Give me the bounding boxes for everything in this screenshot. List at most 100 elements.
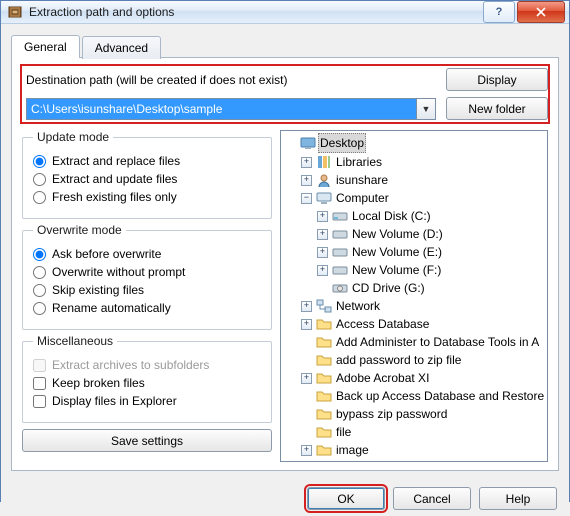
expander-icon[interactable]: + <box>317 265 328 276</box>
folder-icon <box>316 334 332 350</box>
update-opt-1[interactable]: Extract and update files <box>33 172 261 186</box>
destination-combo: ▼ <box>26 98 436 120</box>
expander-icon[interactable]: − <box>301 193 312 204</box>
tree-node-folder[interactable]: bypass zip password <box>301 405 547 423</box>
expander-icon[interactable]: + <box>301 319 312 330</box>
tree-node-user[interactable]: + isunshare <box>301 171 547 189</box>
misc-opt-1[interactable]: Keep broken files <box>33 376 261 390</box>
tree-node-folder[interactable]: Back up Access Database and Restore <box>301 387 547 405</box>
tree-node-drive-d[interactable]: + New Volume (D:) <box>317 225 547 243</box>
expander-icon[interactable]: + <box>317 247 328 258</box>
overwrite-radio-2[interactable] <box>33 284 46 297</box>
update-opt-2[interactable]: Fresh existing files only <box>33 190 261 204</box>
drive-icon <box>332 244 348 260</box>
save-settings-button[interactable]: Save settings <box>22 429 272 452</box>
overwrite-radio-1[interactable] <box>33 266 46 279</box>
misc-legend: Miscellaneous <box>33 334 117 348</box>
tree-node-libraries[interactable]: + Libraries <box>301 153 547 171</box>
user-icon <box>316 172 332 188</box>
update-mode-group: Update mode Extract and replace files Ex… <box>22 130 272 219</box>
tree-node-folder[interactable]: Add Administer to Database Tools in A <box>301 333 547 351</box>
options-column: Update mode Extract and replace files Ex… <box>22 130 272 462</box>
misc-opt-2[interactable]: Display files in Explorer <box>33 394 261 408</box>
update-label-1: Extract and update files <box>52 172 177 186</box>
tree-node-computer[interactable]: − Computer <box>301 189 547 207</box>
tab-general[interactable]: General <box>11 35 80 58</box>
expander-icon[interactable]: + <box>301 175 312 186</box>
update-radio-2[interactable] <box>33 191 46 204</box>
tree-node-folder[interactable]: + Adobe Acrobat XI <box>301 369 547 387</box>
tree-node-desktop[interactable]: Desktop <box>285 133 547 153</box>
tree-label-libraries: Libraries <box>334 153 384 171</box>
update-label-2: Fresh existing files only <box>52 190 177 204</box>
expander-icon[interactable]: + <box>301 373 312 384</box>
cancel-button[interactable]: Cancel <box>393 487 471 510</box>
overwrite-radio-0[interactable] <box>33 248 46 261</box>
close-button[interactable] <box>517 1 565 23</box>
expander-icon[interactable]: + <box>317 211 328 222</box>
overwrite-radio-3[interactable] <box>33 302 46 315</box>
folder-icon <box>316 442 332 458</box>
misc-opt-0: Extract archives to subfolders <box>33 358 261 372</box>
overwrite-opt-0[interactable]: Ask before overwrite <box>33 247 261 261</box>
tab-page-general: Destination path (will be created if doe… <box>11 57 559 471</box>
misc-check-1[interactable] <box>33 377 46 390</box>
expander-icon[interactable]: + <box>301 301 312 312</box>
tree-node-folder[interactable]: + image <box>301 441 547 459</box>
folder-icon <box>316 316 332 332</box>
tree-node-folder[interactable]: + Access Database <box>301 315 547 333</box>
tree-label-folder: Adobe Acrobat XI <box>334 369 431 387</box>
chevron-down-icon: ▼ <box>422 104 431 114</box>
overwrite-opt-3[interactable]: Rename automatically <box>33 301 261 315</box>
tree-label-user: isunshare <box>334 171 390 189</box>
display-button[interactable]: Display <box>446 68 548 91</box>
dialog-window: Extraction path and options ? General Ad… <box>0 0 570 502</box>
network-icon <box>316 298 332 314</box>
tree-node-folder[interactable]: file <box>301 423 547 441</box>
folder-icon <box>316 406 332 422</box>
tree-label-folder: bypass zip password <box>334 405 449 423</box>
misc-group: Miscellaneous Extract archives to subfol… <box>22 334 272 423</box>
update-radio-1[interactable] <box>33 173 46 186</box>
destination-input[interactable] <box>26 98 417 120</box>
update-mode-legend: Update mode <box>33 130 113 144</box>
cd-drive-icon <box>332 280 348 296</box>
tree-label-drive-g: CD Drive (G:) <box>350 279 427 297</box>
tree-label-drive-c: Local Disk (C:) <box>350 207 433 225</box>
titlebar: Extraction path and options ? <box>1 1 569 24</box>
tree-label-folder: add password to zip file <box>334 351 463 369</box>
app-icon <box>7 4 23 20</box>
tree-label-desktop: Desktop <box>318 133 366 153</box>
expander-icon[interactable]: + <box>301 157 312 168</box>
tab-advanced[interactable]: Advanced <box>82 36 161 59</box>
drive-icon <box>332 262 348 278</box>
help-footer-button[interactable]: Help <box>479 487 557 510</box>
update-radio-0[interactable] <box>33 155 46 168</box>
misc-check-0 <box>33 359 46 372</box>
folder-tree[interactable]: Desktop + Libraries <box>281 131 547 461</box>
expander-icon[interactable]: + <box>301 445 312 456</box>
ok-button[interactable]: OK <box>307 487 385 510</box>
misc-check-2[interactable] <box>33 395 46 408</box>
overwrite-opt-2[interactable]: Skip existing files <box>33 283 261 297</box>
update-opt-0[interactable]: Extract and replace files <box>33 154 261 168</box>
window-controls: ? <box>481 1 565 23</box>
overwrite-label-0: Ask before overwrite <box>52 247 161 261</box>
destination-dropdown[interactable]: ▼ <box>417 98 436 120</box>
tree-label-folder: image <box>334 441 371 459</box>
tree-node-drive-f[interactable]: + New Volume (F:) <box>317 261 547 279</box>
overwrite-opt-1[interactable]: Overwrite without prompt <box>33 265 261 279</box>
tree-node-drive-c[interactable]: + Local Disk (C:) <box>317 207 547 225</box>
tree-node-drive-g[interactable]: CD Drive (G:) <box>317 279 547 297</box>
tree-node-folder[interactable]: add password to zip file <box>301 351 547 369</box>
libraries-icon <box>316 154 332 170</box>
new-folder-button[interactable]: New folder <box>446 97 548 120</box>
tree-node-drive-e[interactable]: + New Volume (E:) <box>317 243 547 261</box>
tree-node-network[interactable]: + Network <box>301 297 547 315</box>
drive-icon <box>332 226 348 242</box>
body-columns: Update mode Extract and replace files Ex… <box>22 130 548 462</box>
folder-tree-panel: Desktop + Libraries <box>280 130 548 462</box>
tree-label-folder: Access Database <box>334 315 431 333</box>
expander-icon[interactable]: + <box>317 229 328 240</box>
help-button[interactable]: ? <box>483 1 515 23</box>
